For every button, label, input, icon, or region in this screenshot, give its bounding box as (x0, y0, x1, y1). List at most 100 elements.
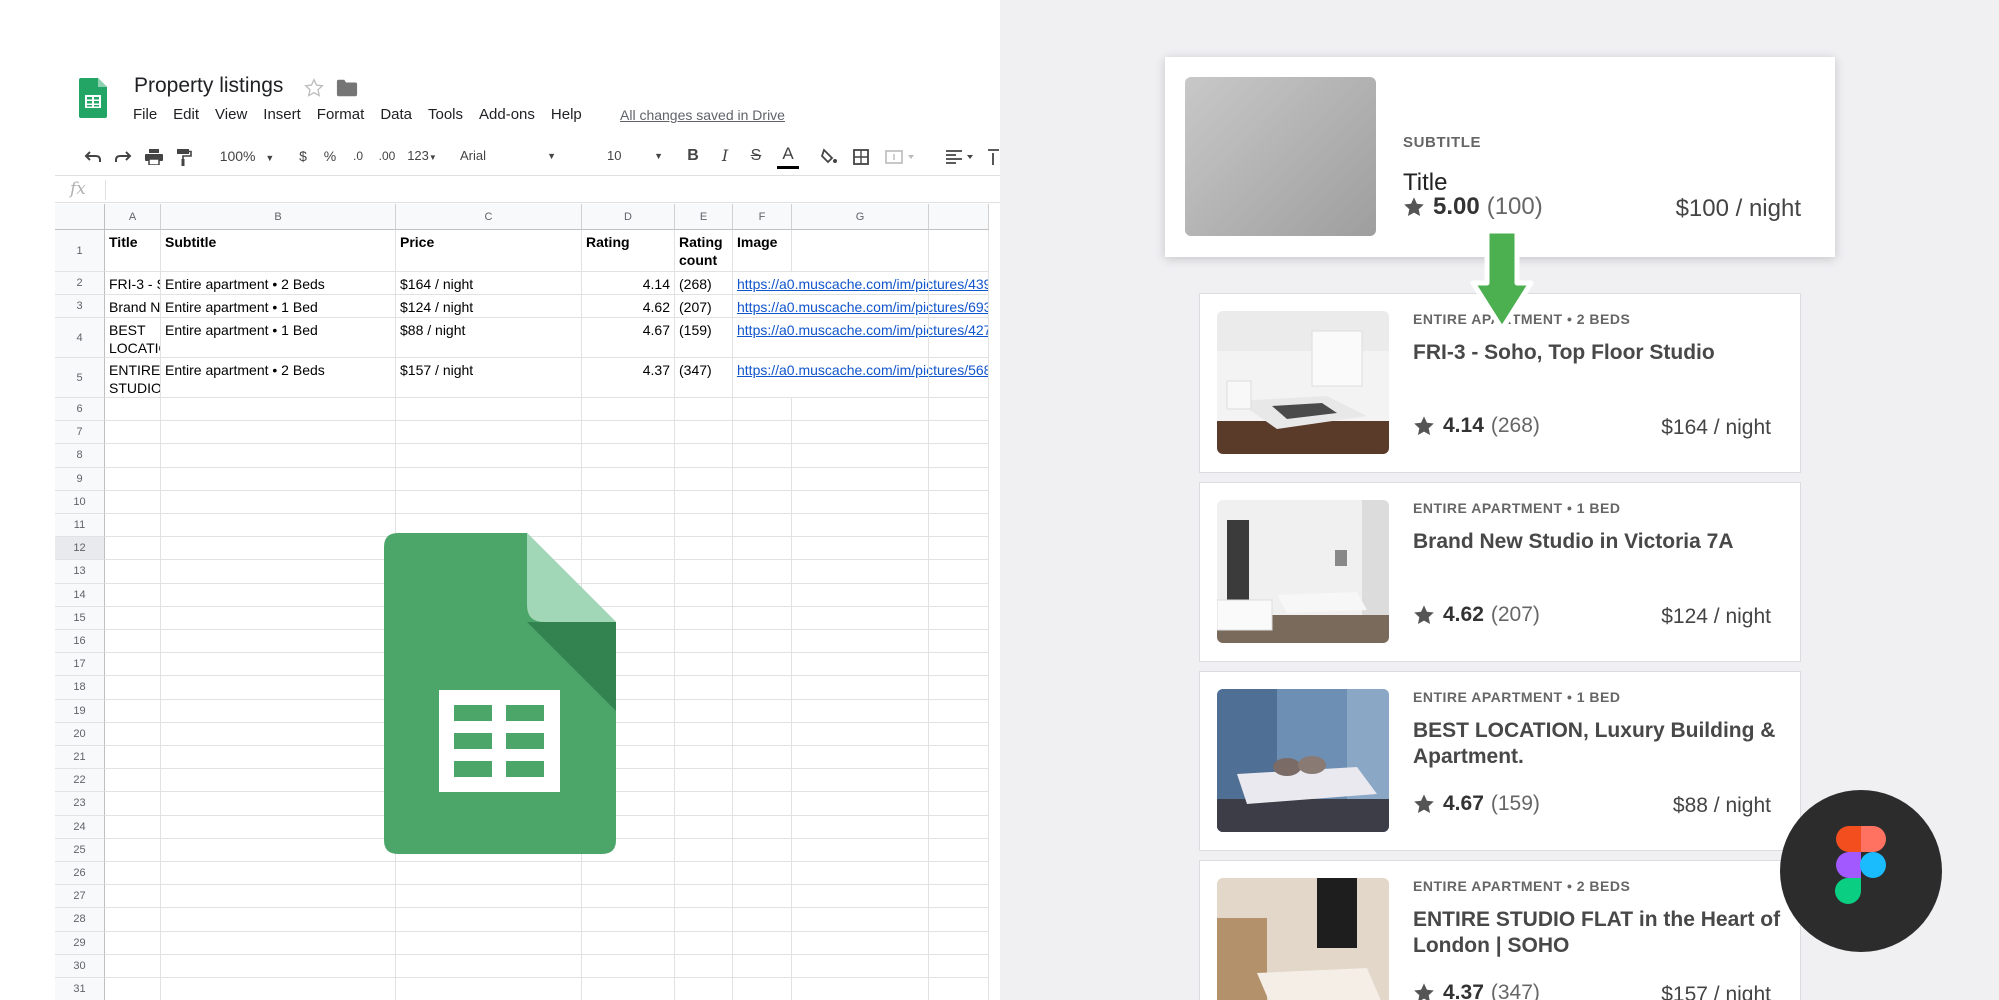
table-cell[interactable] (792, 318, 929, 358)
row-header[interactable]: 7 (55, 421, 105, 445)
row-header[interactable]: 14 (55, 583, 105, 607)
table-cell[interactable] (161, 606, 396, 630)
table-cell[interactable] (733, 606, 792, 630)
borders-icon[interactable] (850, 140, 872, 172)
table-cell[interactable] (733, 722, 792, 746)
table-cell[interactable] (792, 931, 929, 955)
table-cell[interactable] (675, 699, 733, 723)
table-cell[interactable] (929, 514, 989, 538)
table-cell[interactable] (675, 978, 733, 1000)
table-cell[interactable] (929, 885, 989, 909)
table-cell[interactable] (161, 676, 396, 700)
column-header-e[interactable]: E (675, 204, 733, 230)
table-cell[interactable] (675, 653, 733, 677)
table-cell[interactable] (675, 792, 733, 816)
table-cell[interactable] (733, 444, 792, 468)
table-cell[interactable] (929, 583, 989, 607)
row-header[interactable]: 25 (55, 838, 105, 862)
table-cell[interactable] (161, 490, 396, 514)
table-cell[interactable] (733, 746, 792, 770)
table-cell[interactable] (929, 230, 989, 272)
vertical-align-icon[interactable] (987, 140, 999, 172)
table-cell[interactable] (675, 537, 733, 561)
table-cell[interactable] (733, 537, 792, 561)
menu-view[interactable]: View (215, 106, 247, 123)
table-cell[interactable] (792, 467, 929, 491)
table-cell[interactable] (161, 769, 396, 793)
table-cell[interactable] (792, 908, 929, 932)
table-cell[interactable] (792, 398, 929, 422)
table-cell[interactable] (929, 421, 989, 445)
table-cell[interactable] (161, 444, 396, 468)
table-cell[interactable] (792, 444, 929, 468)
table-cell[interactable] (929, 295, 989, 318)
table-cell[interactable] (105, 815, 161, 839)
table-cell[interactable]: $157 / night (396, 358, 582, 398)
table-cell[interactable]: (207) (675, 295, 733, 318)
table-cell[interactable]: $88 / night (396, 318, 582, 358)
table-cell[interactable] (792, 490, 929, 514)
strikethrough-button[interactable]: S (746, 140, 766, 172)
table-cell[interactable] (105, 583, 161, 607)
row-header[interactable]: 17 (55, 653, 105, 677)
table-cell[interactable] (396, 862, 582, 886)
table-cell[interactable] (792, 560, 929, 584)
column-header-c[interactable]: C (396, 204, 582, 230)
table-cell[interactable] (792, 815, 929, 839)
table-cell[interactable] (733, 908, 792, 932)
table-cell[interactable] (792, 606, 929, 630)
row-header[interactable]: 15 (55, 606, 105, 630)
print-icon[interactable] (142, 140, 166, 172)
table-cell[interactable] (675, 630, 733, 654)
table-cell[interactable] (105, 885, 161, 909)
table-cell[interactable] (582, 467, 675, 491)
table-cell[interactable] (675, 490, 733, 514)
row-header[interactable]: 23 (55, 792, 105, 816)
table-cell[interactable] (161, 560, 396, 584)
table-cell[interactable] (929, 318, 989, 358)
table-cell[interactable] (792, 792, 929, 816)
table-cell[interactable] (929, 272, 989, 295)
row-header[interactable]: 4 (55, 318, 105, 358)
table-cell[interactable] (733, 978, 792, 1000)
table-cell[interactable] (733, 699, 792, 723)
undo-icon[interactable] (81, 140, 105, 172)
table-cell[interactable] (675, 885, 733, 909)
row-header[interactable]: 12 (55, 537, 105, 561)
table-cell[interactable] (929, 769, 989, 793)
row-header[interactable]: 1 (55, 230, 105, 272)
table-cell[interactable] (675, 746, 733, 770)
table-cell[interactable] (396, 908, 582, 932)
table-cell[interactable] (105, 537, 161, 561)
column-header-a[interactable]: A (105, 204, 161, 230)
redo-icon[interactable] (111, 140, 135, 172)
table-cell[interactable] (792, 885, 929, 909)
listing-card[interactable]: ENTIRE APARTMENT • 2 BEDS ENTIRE STUDIO … (1199, 860, 1801, 1000)
font-size-select[interactable]: 10 ▼ (607, 140, 667, 172)
table-cell[interactable]: Price (396, 230, 582, 272)
table-cell[interactable] (929, 746, 989, 770)
table-cell[interactable] (161, 699, 396, 723)
table-cell[interactable] (675, 722, 733, 746)
table-cell[interactable] (929, 444, 989, 468)
table-cell[interactable] (675, 908, 733, 932)
table-cell[interactable] (733, 792, 792, 816)
table-cell[interactable] (792, 838, 929, 862)
document-title[interactable]: Property listings (134, 74, 283, 98)
table-cell[interactable]: 4.67 (582, 318, 675, 358)
table-cell[interactable] (105, 444, 161, 468)
table-cell[interactable] (161, 954, 396, 978)
table-cell[interactable] (582, 908, 675, 932)
row-header[interactable]: 19 (55, 699, 105, 723)
table-cell[interactable] (792, 537, 929, 561)
menu-format[interactable]: Format (317, 106, 365, 123)
table-cell[interactable] (396, 978, 582, 1000)
table-cell[interactable] (161, 722, 396, 746)
row-header[interactable]: 24 (55, 815, 105, 839)
table-cell[interactable] (929, 978, 989, 1000)
table-cell[interactable] (582, 421, 675, 445)
table-cell[interactable] (675, 421, 733, 445)
table-cell[interactable] (792, 514, 929, 538)
table-cell[interactable] (161, 885, 396, 909)
row-header[interactable]: 29 (55, 931, 105, 955)
